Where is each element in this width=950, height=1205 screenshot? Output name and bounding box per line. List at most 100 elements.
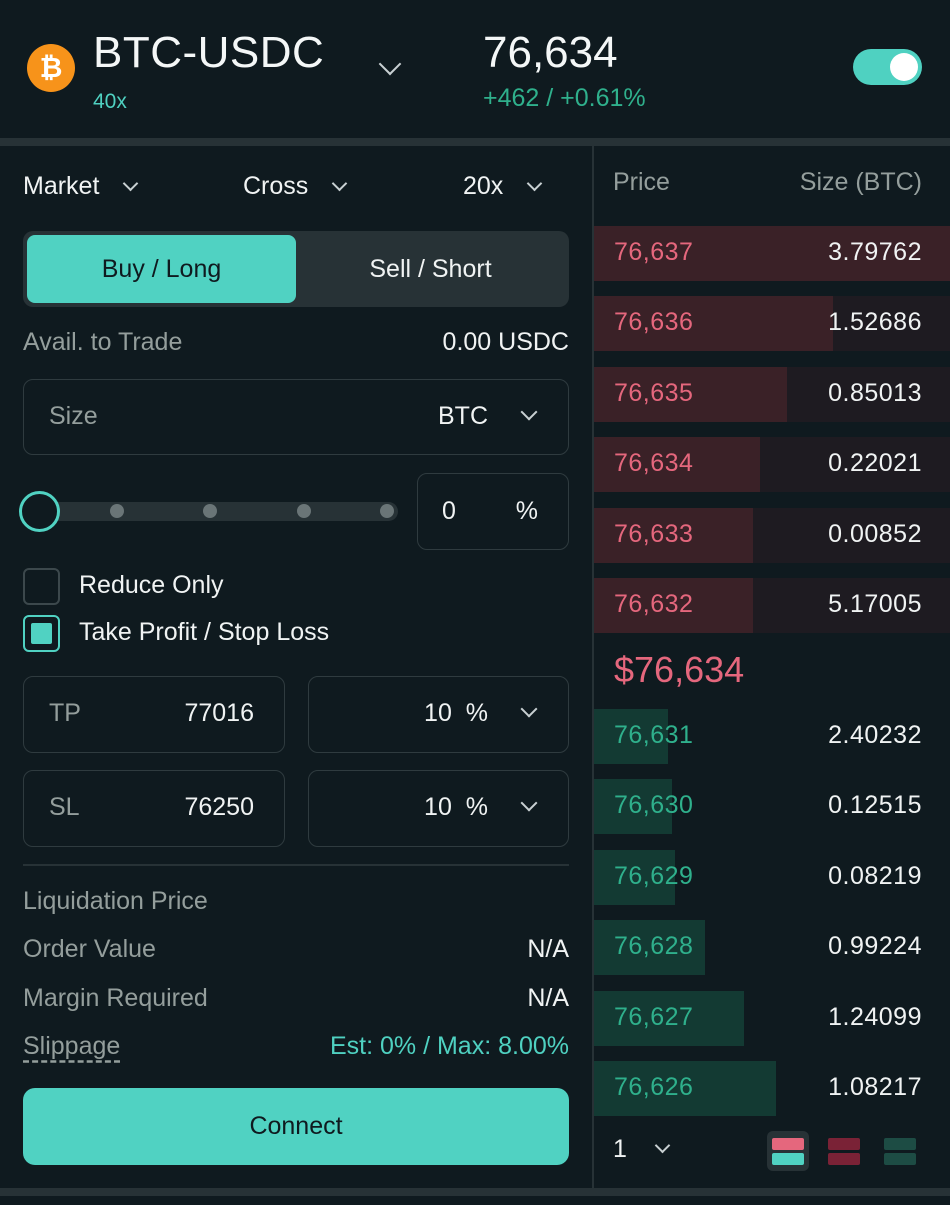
ask-row[interactable]: 76,633 0.00852: [594, 508, 950, 563]
ask-price: 76,634: [614, 449, 694, 477]
liq-price-label: Liquidation Price: [23, 887, 208, 915]
bid-row[interactable]: 76,631 2.40232: [594, 709, 950, 764]
bid-price: 76,631: [614, 721, 694, 749]
toggle-switch[interactable]: [853, 49, 922, 85]
size-slider[interactable]: [40, 502, 398, 521]
reduce-only-checkbox[interactable]: [23, 568, 60, 605]
both-sides-layout-icon[interactable]: [767, 1131, 809, 1171]
ask-price: 76,636: [614, 308, 694, 336]
margin-mode-select[interactable]: Cross: [243, 168, 348, 204]
chevron-down-icon: [123, 175, 139, 191]
chevron-down-icon[interactable]: [378, 52, 402, 76]
order-type-label: Market: [23, 171, 100, 200]
last-price: 76,634: [483, 28, 618, 77]
pair-name[interactable]: BTC-USDC: [93, 28, 324, 78]
reduce-only-label: Reduce Only: [79, 571, 224, 599]
tp-value: 77016: [184, 699, 254, 727]
bid-price: 76,626: [614, 1073, 694, 1101]
ask-price: 76,633: [614, 520, 694, 548]
leverage-select[interactable]: 20x: [463, 168, 543, 204]
margin-required-value: N/A: [527, 984, 569, 1012]
bid-size: 0.12515: [828, 791, 922, 819]
tpsl-label: Take Profit / Stop Loss: [79, 618, 330, 646]
sl-price-input[interactable]: SL 76250: [23, 770, 285, 847]
ask-row[interactable]: 76,634 0.22021: [594, 437, 950, 492]
margin-mode-label: Cross: [243, 171, 309, 200]
order-value: N/A: [527, 935, 569, 963]
ask-size: 1.52686: [828, 308, 922, 336]
bid-price: 76,627: [614, 1003, 694, 1031]
percent-input[interactable]: 0 %: [417, 473, 569, 550]
bid-row[interactable]: 76,629 0.08219: [594, 850, 950, 905]
bid-price: 76,630: [614, 791, 694, 819]
bid-row[interactable]: 76,630 0.12515: [594, 779, 950, 834]
divider: [0, 138, 950, 146]
tp-percent-value: 10 %: [424, 699, 488, 727]
avail-value: 0.00 USDC: [442, 328, 569, 356]
tp-price-input[interactable]: TP 77016: [23, 676, 285, 753]
chevron-down-icon[interactable]: [520, 403, 538, 421]
slider-tick: [110, 504, 124, 518]
bid-row[interactable]: 76,626 1.08217: [594, 1061, 950, 1116]
connect-button[interactable]: Connect: [23, 1088, 569, 1165]
slippage-label[interactable]: Slippage: [23, 1032, 120, 1061]
slider-handle[interactable]: [19, 491, 60, 532]
ask-size: 0.22021: [828, 449, 922, 477]
tab-buy-long[interactable]: Buy / Long: [27, 235, 296, 303]
ask-size: 5.17005: [828, 590, 922, 618]
slider-tick: [297, 504, 311, 518]
divider: [0, 1188, 950, 1196]
avail-label: Avail. to Trade: [23, 328, 183, 356]
bid-price: 76,629: [614, 862, 694, 890]
bid-row[interactable]: 76,628 0.99224: [594, 920, 950, 975]
order-value-label: Order Value: [23, 935, 156, 963]
percent-value: 0: [442, 497, 456, 525]
bid-row[interactable]: 76,627 1.24099: [594, 991, 950, 1046]
bid-size: 0.99224: [828, 932, 922, 960]
sl-percent-value: 10 %: [424, 793, 488, 821]
grouping-select[interactable]: 1: [613, 1135, 627, 1164]
tp-percent-select[interactable]: 10 %: [308, 676, 569, 753]
chevron-down-icon[interactable]: [654, 1137, 671, 1154]
ask-size: 3.79762: [828, 238, 922, 266]
ask-row[interactable]: 76,632 5.17005: [594, 578, 950, 633]
size-input[interactable]: Size BTC: [23, 379, 569, 455]
asks-only-layout-icon[interactable]: [823, 1131, 865, 1171]
sl-label: SL: [49, 793, 80, 821]
slippage-value: Est: 0% / Max: 8.00%: [330, 1032, 569, 1060]
bid-size: 2.40232: [828, 721, 922, 749]
bid-size: 1.24099: [828, 1003, 922, 1031]
pair-leverage: 40x: [93, 90, 127, 113]
mid-price: $76,634: [614, 649, 745, 690]
ask-row[interactable]: 76,636 1.52686: [594, 296, 950, 351]
tp-label: TP: [49, 699, 81, 727]
chevron-down-icon: [520, 794, 538, 812]
bid-size: 0.08219: [828, 862, 922, 890]
size-unit-select[interactable]: BTC: [438, 402, 488, 431]
tpsl-checkbox[interactable]: [23, 615, 60, 652]
leverage-label: 20x: [463, 171, 504, 200]
chevron-down-icon: [520, 700, 538, 718]
ask-size: 0.00852: [828, 520, 922, 548]
side-tabs: Buy / Long Sell / Short: [23, 231, 569, 307]
price-column-header: Price: [613, 168, 670, 196]
bids-only-layout-icon[interactable]: [879, 1131, 921, 1171]
toggle-knob: [890, 53, 918, 81]
ask-price: 76,637: [614, 238, 694, 266]
ask-price: 76,635: [614, 379, 694, 407]
ask-row[interactable]: 76,635 0.85013: [594, 367, 950, 422]
ask-price: 76,632: [614, 590, 694, 618]
chevron-down-icon: [332, 175, 348, 191]
percent-symbol: %: [515, 497, 538, 525]
header: ₿ BTC-USDC 40x 76,634 +462 / +0.61%: [0, 0, 950, 138]
sl-percent-select[interactable]: 10 %: [308, 770, 569, 847]
slider-tick: [203, 504, 217, 518]
bid-size: 1.08217: [828, 1073, 922, 1101]
tab-sell-short[interactable]: Sell / Short: [296, 235, 565, 303]
size-column-header: Size (BTC): [799, 168, 922, 196]
divider: [23, 864, 569, 866]
bid-price: 76,628: [614, 932, 694, 960]
slider-tick: [380, 504, 394, 518]
ask-row[interactable]: 76,637 3.79762: [594, 226, 950, 281]
order-type-select[interactable]: Market: [23, 168, 139, 204]
